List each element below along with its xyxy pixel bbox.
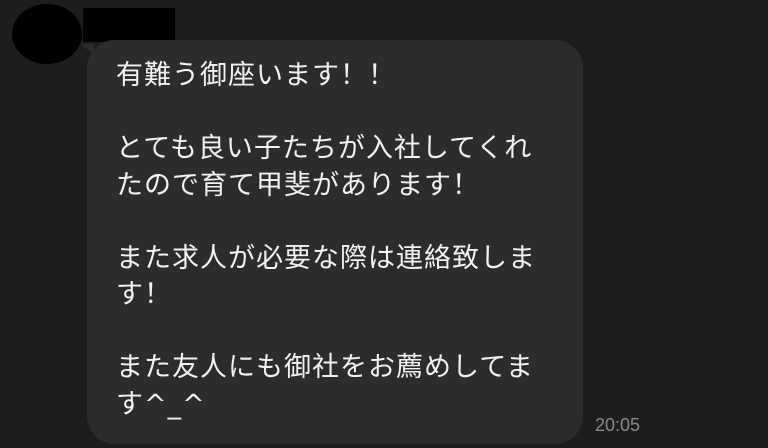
chat-area: 有難う御座います！！ とても良い子たちが入社してくれ たので育て甲斐があります！… <box>0 0 768 448</box>
message-text: 有難う御座います！！ とても良い子たちが入社してくれ たので育て甲斐があります！… <box>116 60 536 420</box>
sender-name <box>83 8 175 42</box>
message-bubble[interactable]: 有難う御座います！！ とても良い子たちが入社してくれ たので育て甲斐があります！… <box>87 40 583 444</box>
avatar[interactable] <box>12 4 82 64</box>
message-timestamp: 20:05 <box>595 415 641 435</box>
